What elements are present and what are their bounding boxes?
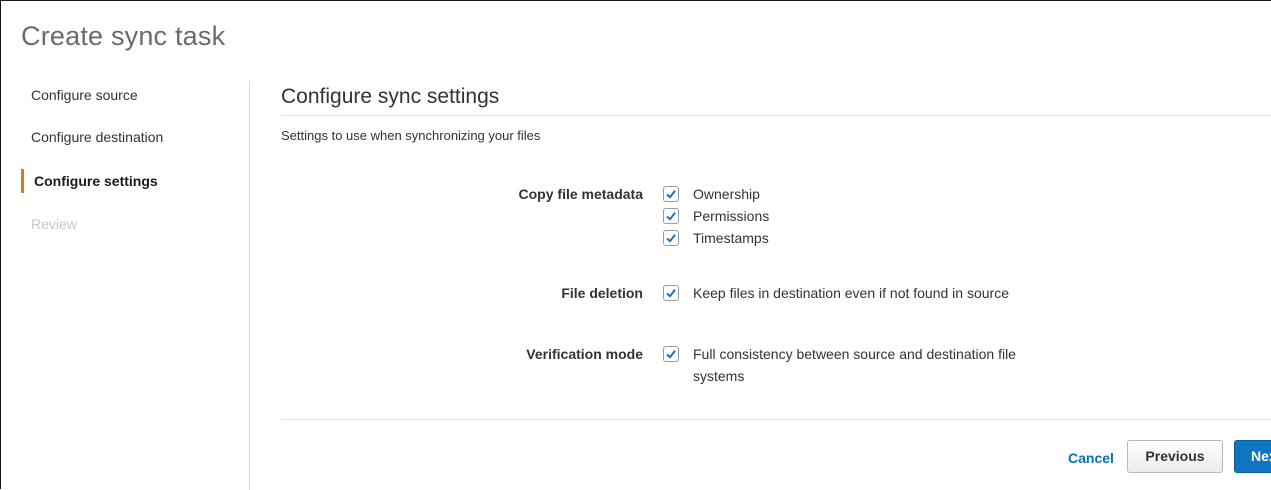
previous-button[interactable]: Previous (1127, 440, 1223, 473)
checkmark-icon (666, 350, 676, 359)
step-configure-destination[interactable]: Configure destination (31, 129, 163, 145)
step-configure-settings[interactable]: Configure settings (34, 173, 158, 189)
page-title: Create sync task (21, 21, 226, 51)
ownership-option-label: Ownership (693, 186, 760, 202)
file-deletion-label: File deletion (561, 285, 643, 301)
active-step-indicator (21, 169, 24, 193)
section-title: Configure sync settings (281, 85, 500, 108)
vertical-divider (249, 81, 250, 490)
full-consistency-option-label: Full consistency between source and dest… (693, 343, 1016, 387)
copy-metadata-label: Copy file metadata (518, 186, 643, 202)
checkmark-icon (666, 289, 676, 298)
next-button[interactable]: Next (1234, 440, 1271, 473)
timestamps-checkbox[interactable] (663, 230, 679, 246)
permissions-checkbox[interactable] (663, 208, 679, 224)
step-review: Review (31, 216, 77, 232)
full-consistency-line2: systems (693, 368, 745, 384)
timestamps-option-label: Timestamps (693, 230, 769, 246)
checkmark-icon (666, 234, 676, 243)
keep-files-option-label: Keep files in destination even if not fo… (693, 285, 1009, 301)
permissions-option-label: Permissions (693, 208, 770, 224)
section-divider (281, 115, 1271, 116)
section-description: Settings to use when synchronizing your … (281, 128, 541, 143)
checkmark-icon (666, 190, 676, 199)
step-configure-source[interactable]: Configure source (31, 87, 138, 103)
cancel-button[interactable]: Cancel (1061, 441, 1121, 475)
footer-divider (281, 419, 1271, 420)
full-consistency-checkbox[interactable] (663, 346, 679, 362)
ownership-checkbox[interactable] (663, 186, 679, 202)
verification-mode-label: Verification mode (526, 346, 643, 362)
wizard-frame: Create sync task Configure source Config… (0, 0, 1271, 490)
checkmark-icon (666, 212, 676, 221)
full-consistency-line1: Full consistency between source and dest… (693, 346, 1016, 362)
keep-files-checkbox[interactable] (663, 285, 679, 301)
